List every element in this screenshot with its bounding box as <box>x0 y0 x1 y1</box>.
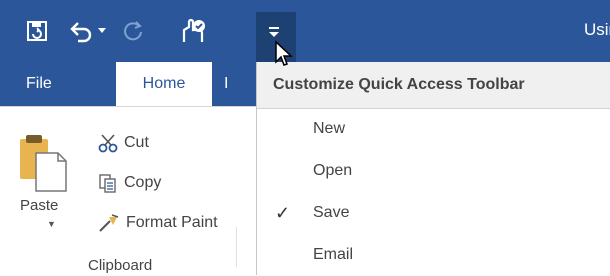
menu-item-label: Email <box>313 246 354 263</box>
format-painter-label: Format Paint <box>126 214 218 231</box>
paste-icon <box>20 135 67 192</box>
menu-header: Customize Quick Access Toolbar <box>257 62 610 109</box>
cut-label: Cut <box>124 134 149 151</box>
paste-dropdown-icon[interactable]: ▼ <box>47 219 56 229</box>
menu-item-label: Save <box>313 204 350 221</box>
tab-file[interactable]: File <box>26 62 52 106</box>
cut-button[interactable]: Cut <box>98 129 149 157</box>
menu-header-label: Customize Quick Access Toolbar <box>273 76 525 93</box>
copy-button[interactable]: Copy <box>98 169 161 197</box>
tab-home[interactable]: Home <box>116 62 212 106</box>
undo-icon <box>70 22 92 43</box>
redo-icon <box>124 21 142 41</box>
checkmark-icon: ✓ <box>275 202 291 223</box>
clipboard-group-label: Clipboard <box>88 257 153 274</box>
format-painter-button[interactable]: Format Paint <box>98 209 218 237</box>
save-button[interactable] <box>22 14 52 48</box>
save-icon <box>27 21 47 41</box>
paste-label: Paste <box>20 197 59 214</box>
menu-item-email[interactable]: Email <box>257 234 610 276</box>
paste-button[interactable] <box>18 131 78 198</box>
window-title: Usin <box>584 20 610 39</box>
tab-insert[interactable]: I <box>224 62 244 106</box>
touch-mode-button[interactable] <box>176 14 210 48</box>
undo-button[interactable] <box>66 14 96 48</box>
customize-qat-menu: Customize Quick Access Toolbar New Open … <box>256 62 610 275</box>
redo-button[interactable] <box>120 14 148 48</box>
mouse-pointer-icon <box>275 40 293 66</box>
menu-item-new[interactable]: New <box>257 108 610 150</box>
menu-item-save[interactable]: ✓ Save <box>257 192 610 234</box>
title-bar: Usin <box>0 0 610 62</box>
menu-item-label: New <box>313 120 346 137</box>
undo-dropdown-icon <box>98 28 106 33</box>
group-divider <box>236 227 237 267</box>
scissors-icon <box>98 134 118 153</box>
menu-item-label: Open <box>313 162 353 179</box>
touch-mode-icon <box>182 18 205 42</box>
undo-dropdown[interactable] <box>96 14 108 48</box>
copy-label: Copy <box>124 174 162 191</box>
ribbon-home: Paste ▼ Cut Copy Format Paint Clipboard <box>0 106 256 276</box>
menu-item-open[interactable]: Open <box>257 150 610 192</box>
copy-icon <box>99 174 116 193</box>
format-painter-icon <box>99 214 119 232</box>
